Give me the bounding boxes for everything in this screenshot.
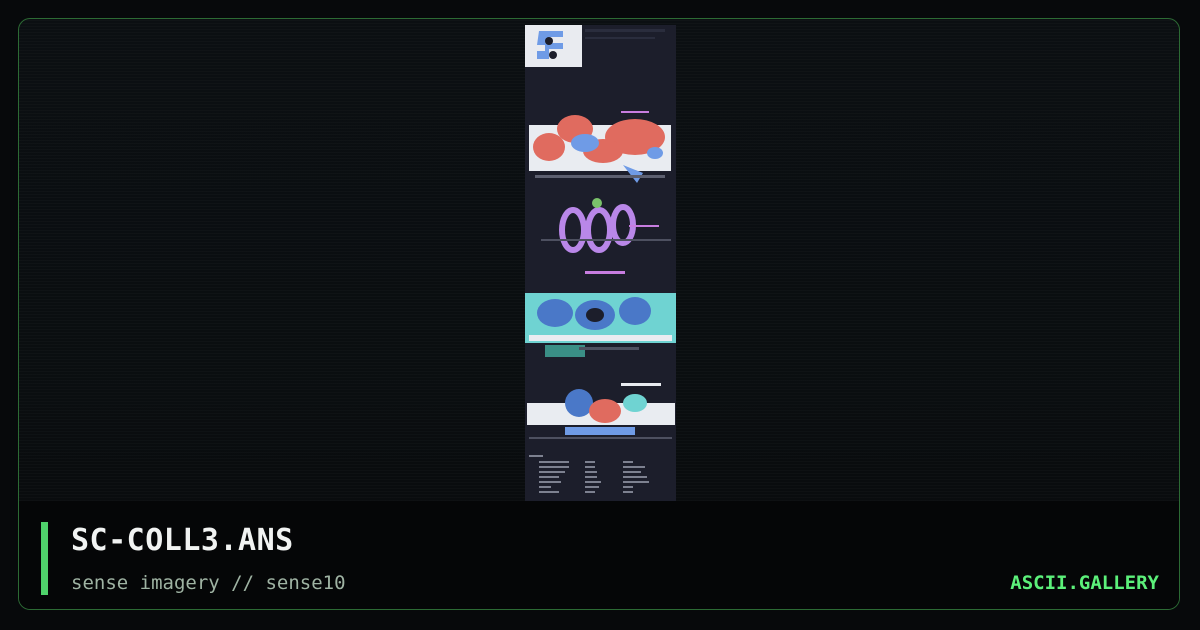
artwork-subtitle: sense imagery // sense10: [71, 572, 346, 594]
artwork-preview[interactable]: [525, 25, 676, 502]
accent-bar: [41, 522, 48, 595]
ansi-art-thumbnail: [525, 25, 676, 502]
info-bar: SC-COLL3.ANS sense imagery // sense10 AS…: [19, 501, 1179, 609]
card-frame: SC-COLL3.ANS sense imagery // sense10 AS…: [18, 18, 1180, 610]
artwork-title: SC-COLL3.ANS: [71, 523, 294, 558]
brand-link[interactable]: ASCII.GALLERY: [1010, 572, 1159, 594]
